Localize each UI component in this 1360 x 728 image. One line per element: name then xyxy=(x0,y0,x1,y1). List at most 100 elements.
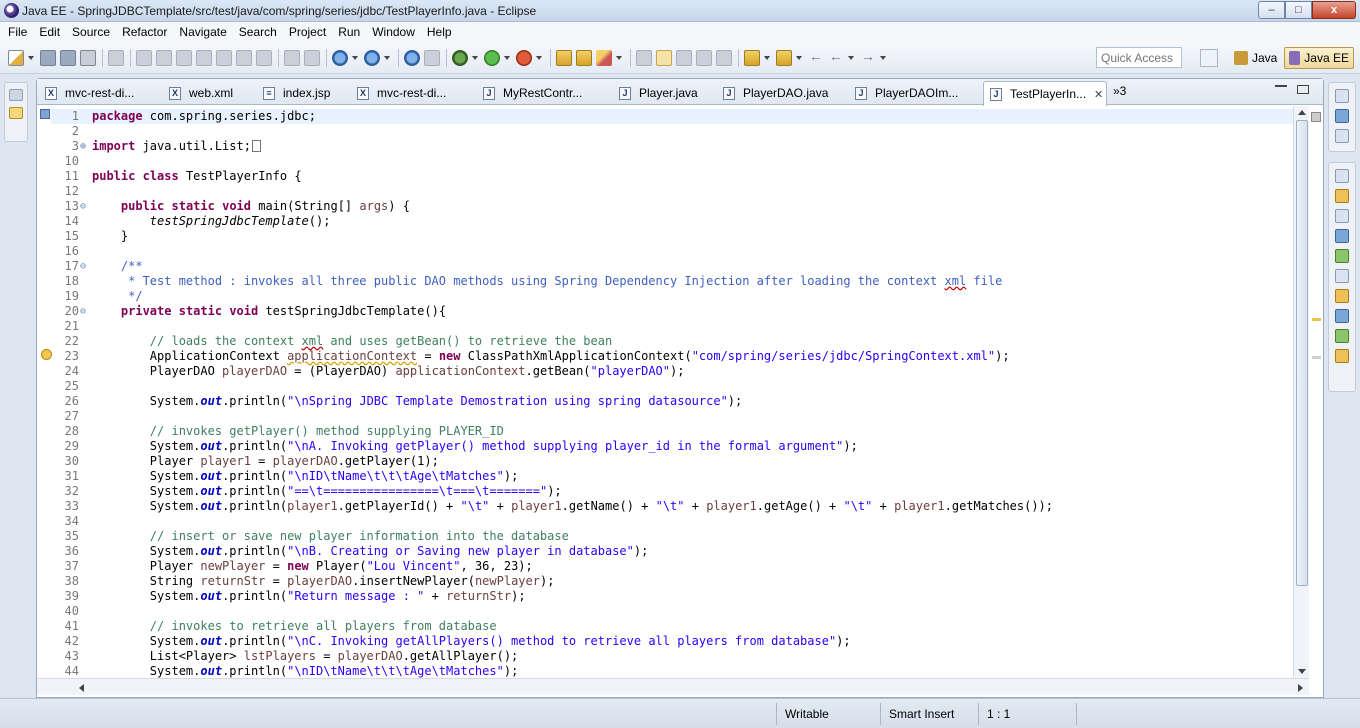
perspective-java[interactable]: Java xyxy=(1230,47,1281,69)
scroll-up-icon[interactable] xyxy=(1298,110,1306,115)
code-line[interactable]: 43 List<Player> lstPlayers = playerDAO.g… xyxy=(37,649,1293,664)
scroll-down-icon[interactable] xyxy=(1298,669,1306,674)
code-line[interactable]: 12 xyxy=(37,184,1293,199)
code-line[interactable]: 39 System.out.println("Return message : … xyxy=(37,589,1293,604)
code-line[interactable]: 36 System.out.println("\nB. Creating or … xyxy=(37,544,1293,559)
open-browser-icon[interactable] xyxy=(404,50,420,66)
close-button[interactable]: x xyxy=(1312,1,1356,19)
code-line[interactable]: 37 Player newPlayer = new Player("Lou Vi… xyxy=(37,559,1293,574)
editor-tab[interactable]: X mvc-rest-di... xyxy=(351,81,446,105)
maximize-editor-icon[interactable] xyxy=(1297,85,1309,94)
code-line[interactable]: 38 String returnStr = playerDAO.insertNe… xyxy=(37,574,1293,589)
previous-annotation-icon[interactable] xyxy=(776,50,792,66)
collapse-fold-icon[interactable]: ⊖ xyxy=(80,304,90,319)
code-line[interactable]: 23 ApplicationContext applicationContext… xyxy=(37,349,1293,364)
code-line[interactable]: 29 System.out.println("\nA. Invoking get… xyxy=(37,439,1293,454)
external-tools-icon[interactable] xyxy=(516,50,532,66)
close-tab-icon[interactable]: ✕ xyxy=(1094,88,1103,101)
code-line[interactable]: 19 */ xyxy=(37,289,1293,304)
problems-icon[interactable] xyxy=(1335,289,1349,303)
menu-run[interactable]: Run xyxy=(332,25,366,39)
menu-edit[interactable]: Edit xyxy=(33,25,66,39)
toggle-ant-editor-icon[interactable] xyxy=(636,50,652,66)
suspend-icon[interactable] xyxy=(156,50,172,66)
open-perspective-icon[interactable] xyxy=(1200,49,1218,67)
scrollbar-thumb[interactable] xyxy=(1296,120,1308,586)
collapse-fold-icon[interactable]: ⊖ xyxy=(80,199,90,214)
code-line[interactable]: 14 testSpringJdbcTemplate(); xyxy=(37,214,1293,229)
expand-fold-icon[interactable]: ⊕ xyxy=(80,139,90,154)
toggle-mark-icon[interactable] xyxy=(108,50,124,66)
next-annotation-dropdown-icon[interactable] xyxy=(764,50,770,66)
console-icon[interactable] xyxy=(1335,309,1349,323)
show-whitespace-icon[interactable] xyxy=(696,50,712,66)
menu-help[interactable]: Help xyxy=(421,25,458,39)
overview-occurrence-marker[interactable] xyxy=(1312,356,1321,359)
code-line[interactable]: 15 } xyxy=(37,229,1293,244)
code-line[interactable]: 30 Player player1 = playerDAO.getPlayer(… xyxy=(37,454,1293,469)
code-line[interactable]: 1package com.spring.series.jdbc; xyxy=(37,109,1293,124)
progress-icon[interactable] xyxy=(1335,329,1349,343)
back-icon[interactable] xyxy=(828,50,844,66)
open-task-icon[interactable] xyxy=(576,50,592,66)
scroll-right-icon[interactable] xyxy=(1298,684,1303,692)
markers-icon[interactable] xyxy=(1335,189,1349,203)
code-line[interactable]: 20⊖ private static void testSpringJdbcTe… xyxy=(37,304,1293,319)
drop-to-frame-icon[interactable] xyxy=(304,50,320,66)
editor-tab[interactable]: J PlayerDAO.java xyxy=(717,81,828,105)
run-icon[interactable] xyxy=(484,50,500,66)
code-line[interactable]: 18 * Test method : invokes all three pub… xyxy=(37,274,1293,289)
editor-tab[interactable]: J Player.java xyxy=(613,81,698,105)
editor-tab[interactable]: ≡ index.jsp xyxy=(257,81,330,105)
editor-tab[interactable]: J PlayerDAOIm... xyxy=(849,81,958,105)
code-line[interactable]: 10 xyxy=(37,154,1293,169)
server-icon[interactable] xyxy=(332,50,348,66)
code-line[interactable]: 41 // invokes to retrieve all players fr… xyxy=(37,619,1293,634)
previous-annotation-dropdown-icon[interactable] xyxy=(796,50,802,66)
new-dropdown-icon[interactable] xyxy=(28,50,34,66)
new-icon[interactable] xyxy=(8,50,24,66)
run-dropdown-icon[interactable] xyxy=(504,50,510,66)
debug-icon[interactable] xyxy=(452,50,468,66)
search-dropdown-icon[interactable] xyxy=(616,50,622,66)
code-line[interactable]: 22 // loads the context xml and uses get… xyxy=(37,334,1293,349)
external-tools-dropdown-icon[interactable] xyxy=(536,50,542,66)
code-line[interactable]: 3⊕import java.util.List; xyxy=(37,139,1293,154)
editor-tab[interactable]: X web.xml xyxy=(163,81,233,105)
horizontal-scrollbar[interactable] xyxy=(37,678,1309,695)
perspective-javaee[interactable]: Java EE xyxy=(1284,47,1354,69)
restore-icon[interactable] xyxy=(1335,169,1349,183)
overview-warning-marker[interactable] xyxy=(1312,318,1321,321)
forward-icon[interactable] xyxy=(860,50,876,66)
mark-occurrences-icon[interactable] xyxy=(656,50,672,66)
debug-dropdown-icon[interactable] xyxy=(472,50,478,66)
next-annotation-icon[interactable] xyxy=(744,50,760,66)
code-editor[interactable]: 1package com.spring.series.jdbc;23⊕impor… xyxy=(37,106,1293,678)
web-service-dropdown-icon[interactable] xyxy=(384,50,390,66)
code-line[interactable]: 34 xyxy=(37,514,1293,529)
maximize-button[interactable]: □ xyxy=(1285,1,1312,19)
publish-icon[interactable] xyxy=(424,50,440,66)
editor-tab[interactable]: X mvc-rest-di... xyxy=(39,81,134,105)
code-line[interactable]: 13⊖ public static void main(String[] arg… xyxy=(37,199,1293,214)
restore-icon[interactable] xyxy=(1335,89,1349,103)
menu-source[interactable]: Source xyxy=(66,25,116,39)
code-line[interactable]: 44 System.out.println("\nID\tName\t\t\tA… xyxy=(37,664,1293,678)
editor-tab-active[interactable]: J TestPlayerIn... ✕ xyxy=(983,81,1107,106)
servers-icon[interactable] xyxy=(1335,229,1349,243)
code-line[interactable]: 31 System.out.println("\nID\tName\t\t\tA… xyxy=(37,469,1293,484)
code-line[interactable]: 42 System.out.println("\nC. Invoking get… xyxy=(37,634,1293,649)
tab-overflow-button[interactable]: »3 xyxy=(1113,84,1126,98)
code-line[interactable]: 35 // insert or save new player informat… xyxy=(37,529,1293,544)
web-service-icon[interactable] xyxy=(364,50,380,66)
code-line[interactable]: 17⊖ /** xyxy=(37,259,1293,274)
search-view-icon[interactable] xyxy=(1335,349,1349,363)
code-line[interactable]: 26 System.out.println("\nSpring JDBC Tem… xyxy=(37,394,1293,409)
menu-window[interactable]: Window xyxy=(366,25,421,39)
forward-dropdown-icon[interactable] xyxy=(880,50,886,66)
step-over-icon[interactable] xyxy=(236,50,252,66)
use-step-filters-icon[interactable] xyxy=(284,50,300,66)
minimize-editor-icon[interactable] xyxy=(1275,85,1287,95)
code-line[interactable]: 27 xyxy=(37,409,1293,424)
warning-lightbulb-icon[interactable] xyxy=(41,349,52,360)
